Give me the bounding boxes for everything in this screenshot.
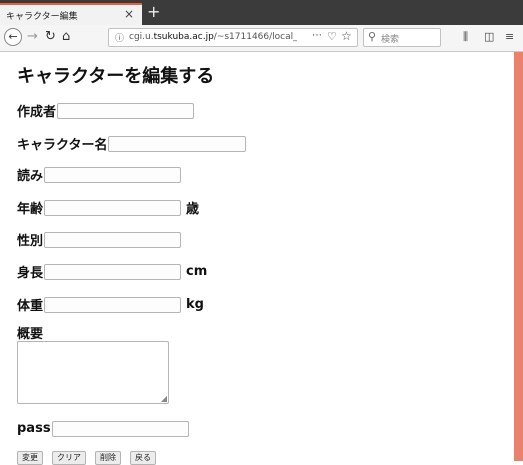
menu-icon[interactable]: ≡	[505, 30, 514, 43]
library-icon[interactable]: ⫼	[463, 30, 468, 44]
tab-title: キャラクター編集	[6, 12, 78, 22]
back-arrow-icon[interactable]: ←	[4, 28, 22, 46]
browser-tab[interactable]: キャラクター編集 ×	[0, 3, 142, 25]
forward-arrow-icon[interactable]: →	[27, 28, 38, 46]
height-row: 身長 cm	[17, 261, 208, 281]
page-title: キャラクターを編集する	[17, 66, 215, 87]
age-unit: 歳	[186, 202, 200, 217]
pass-row: pass	[17, 418, 189, 437]
tab-bar: キャラクター編集 × +	[0, 0, 523, 25]
sidebar-icon[interactable]: ◫	[484, 30, 494, 43]
home-icon[interactable]: ⌂	[62, 28, 70, 46]
author-row: 作成者	[17, 100, 195, 120]
search-icon: ⚲	[368, 30, 377, 43]
weight-row: 体重 kg	[17, 294, 204, 314]
height-label: 身長	[17, 266, 44, 281]
back-button[interactable]: 戻る	[130, 451, 156, 465]
summary-row: 概要	[17, 322, 44, 342]
delete-button[interactable]: 削除	[95, 451, 121, 465]
bookmark-star-icon[interactable]: ☆	[341, 29, 352, 43]
url-bar[interactable]: ⓘ cgi.u.tsukuba.ac.jp/~s1711466/local_on…	[108, 28, 358, 47]
author-input[interactable]	[57, 102, 195, 119]
page-actions-icon[interactable]: ⋯	[312, 30, 322, 41]
height-input[interactable]	[44, 263, 182, 280]
search-placeholder: 検索	[381, 35, 400, 45]
pocket-icon[interactable]: ♡	[327, 30, 337, 43]
author-label: 作成者	[17, 105, 57, 120]
gender-label: 性別	[17, 234, 44, 249]
weight-label: 体重	[17, 299, 44, 314]
height-unit: cm	[186, 264, 208, 279]
character-name-row: キャラクター名	[17, 133, 247, 153]
reload-icon[interactable]: ↻	[45, 28, 56, 46]
gender-input[interactable]	[44, 231, 182, 248]
search-input[interactable]: ⚲ 検索	[363, 28, 441, 47]
reading-label: 読み	[17, 169, 44, 184]
gender-row: 性別	[17, 229, 182, 249]
url-text: cgi.u.tsukuba.ac.jp/~s1711466/local_only…	[129, 32, 297, 42]
weight-unit: kg	[186, 297, 204, 312]
reading-row: 読み	[17, 164, 182, 184]
info-icon[interactable]: ⓘ	[115, 31, 124, 44]
character-name-input[interactable]	[108, 135, 247, 152]
nav-bar: ← → ↻ ⌂ ⓘ cgi.u.tsukuba.ac.jp/~s1711466/…	[0, 25, 523, 52]
reading-input[interactable]	[44, 166, 182, 183]
summary-label: 概要	[17, 327, 44, 342]
age-label: 年齢	[17, 202, 44, 217]
page-edge-strip	[514, 52, 523, 461]
tab-close-icon[interactable]: ×	[124, 7, 134, 21]
clear-button[interactable]: クリア	[52, 451, 86, 465]
summary-textarea[interactable]: ◢	[17, 341, 169, 404]
age-input[interactable]	[44, 199, 182, 216]
pass-label: pass	[17, 421, 51, 436]
age-row: 年齢 歳	[17, 197, 200, 217]
pass-input[interactable]	[51, 420, 189, 437]
resize-grip-icon[interactable]: ◢	[161, 395, 167, 403]
change-button[interactable]: 変更	[17, 451, 43, 465]
new-tab-icon[interactable]: +	[147, 3, 160, 21]
character-name-label: キャラクター名	[17, 138, 108, 153]
weight-input[interactable]	[44, 296, 182, 313]
